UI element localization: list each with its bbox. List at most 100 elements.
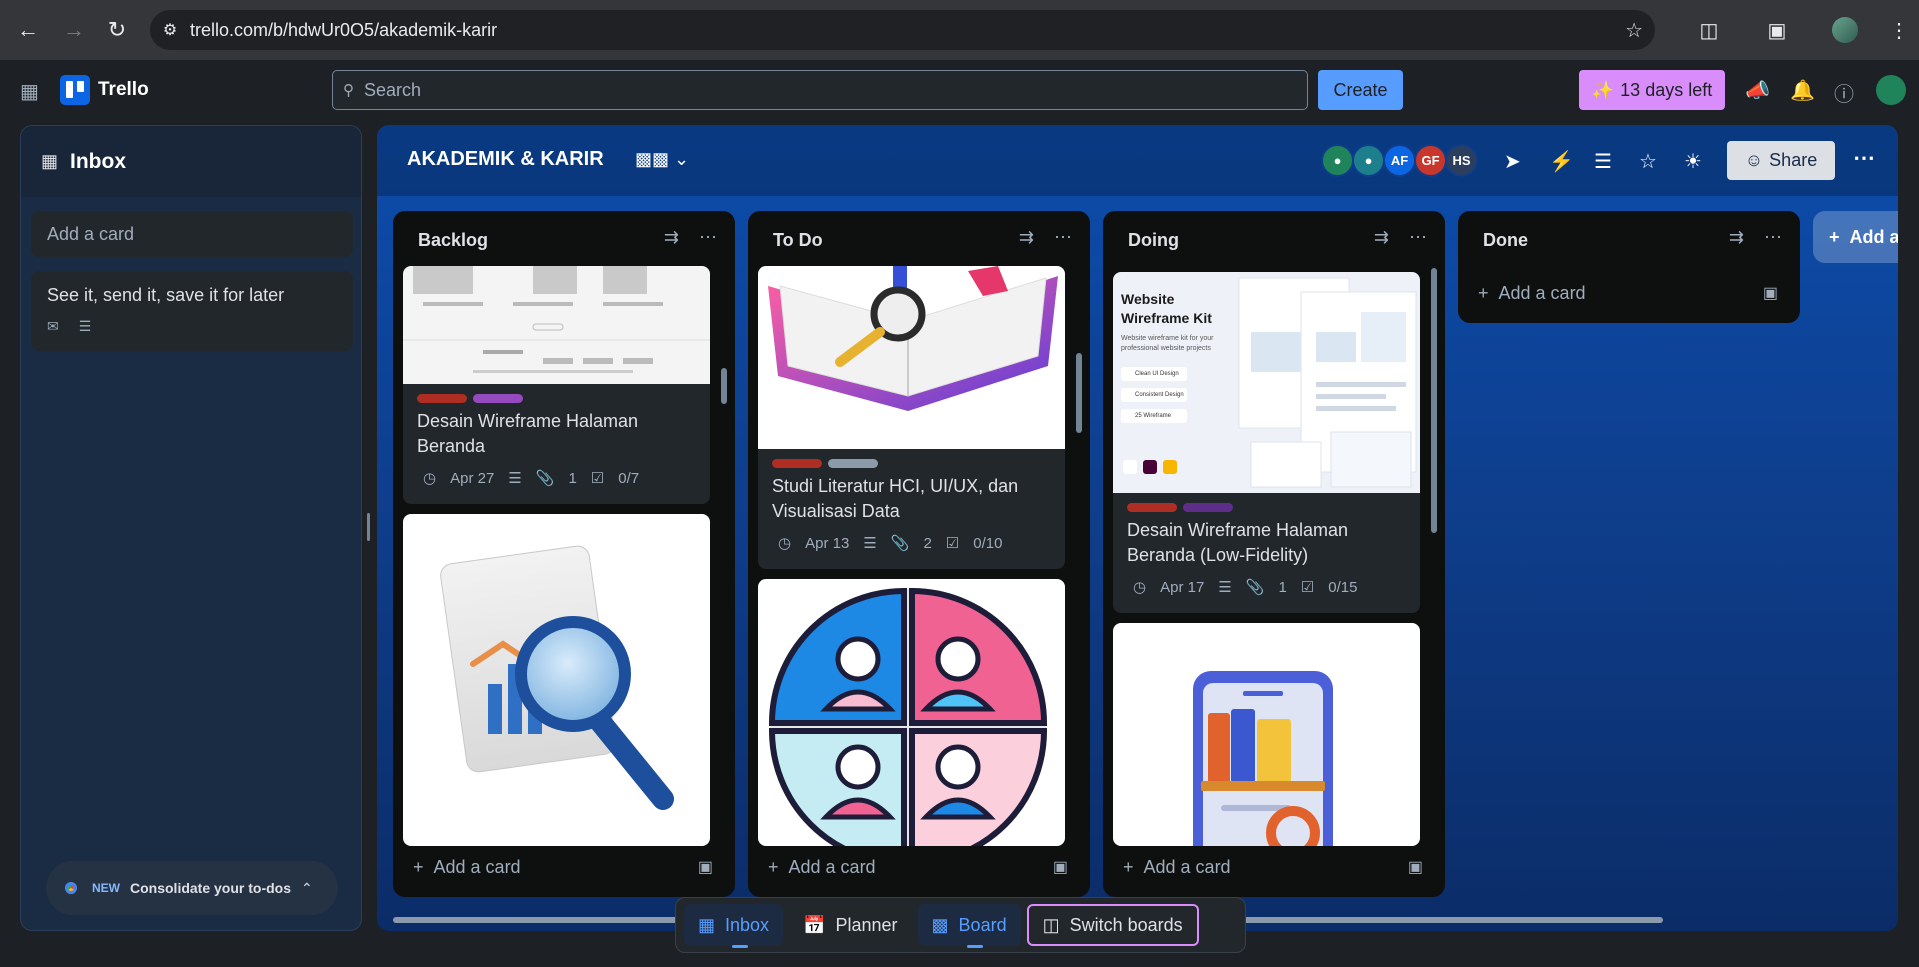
promo-banner[interactable]: NEW Consolidate your to-dos ⌃ [46,861,338,915]
card-label[interactable] [417,394,467,403]
nav-inbox[interactable]: ▦ Inbox [684,904,784,948]
bookmark-star-icon[interactable]: ☆ [1625,18,1643,43]
member-avatar[interactable]: ● [1321,144,1354,177]
add-card-button[interactable]: + Add a card ▣ [758,845,1080,889]
card-label[interactable] [828,459,878,468]
due-date: Apr 17 [1160,578,1205,596]
card-title: Desain Wireframe Halaman Beranda [417,411,639,456]
forward-icon[interactable]: → [54,10,94,50]
extensions-icon[interactable]: ◫ [1675,18,1743,43]
add-card-button[interactable]: + Add a card ▣ [1113,845,1435,889]
add-list-button[interactable]: + Add a [1813,211,1898,263]
board-title[interactable]: AKADEMIK & KARIR [407,148,604,171]
profile-avatar[interactable] [1811,17,1879,43]
card[interactable]: Desain Wireframe Halaman Beranda ◷ Apr 27… [403,266,710,504]
card-label[interactable] [1183,503,1233,512]
add-card-button[interactable]: + Add a card ▣ [1468,271,1790,315]
nav-planner[interactable]: 📅 Planner [789,904,911,946]
trello-logo[interactable]: Trello [60,75,149,105]
browser-toolbar: ← → ↻ ⚙ trello.com/b/hdwUr0O5/akademik-k… [0,0,1919,60]
sketch-icon [1163,460,1177,474]
ebook-illustration [1193,671,1333,846]
address-bar[interactable]: ⚙ trello.com/b/hdwUr0O5/akademik-karir ☆ [150,10,1655,50]
member-avatar[interactable]: HS [1445,144,1478,177]
chrome-menu-icon[interactable]: ⋮ [1879,18,1919,43]
create-button[interactable]: Create [1318,70,1403,110]
more-menu-icon[interactable]: ⋯ [1853,145,1875,171]
card[interactable] [1113,623,1420,846]
collapse-icon[interactable]: ⇉ [1374,227,1389,248]
back-icon[interactable]: ← [8,10,48,50]
card[interactable]: Website Wireframe Kit Website wireframe … [1113,272,1420,613]
card-cover: Website Wireframe Kit Website wireframe … [1113,272,1420,493]
wireframe-thumbnail [403,266,710,373]
search-input[interactable] [364,79,1264,101]
nav-planner-label: Planner [835,914,898,935]
card[interactable] [403,514,710,846]
inbox-add-card-input[interactable]: Add a card [31,211,353,257]
member-avatar[interactable]: ● [1352,144,1385,177]
card[interactable] [758,579,1065,846]
reload-icon[interactable]: ↻ [97,10,137,50]
list-menu-icon[interactable]: ⋯ [699,227,717,248]
trello-header: ▦ Trello ⚲ Create ✨13 days left 📣 🔔 ⓘ [0,60,1919,120]
description-icon: ☰ [508,470,522,487]
clock-icon: ◷ [1133,579,1147,596]
card-template-icon[interactable]: ▣ [1763,283,1778,303]
board-view-switcher[interactable]: ▩▩ ⌄ [635,149,689,170]
list-menu-icon[interactable]: ⋯ [1764,227,1782,248]
filter-icon[interactable]: ☰ [1594,149,1612,174]
power-ups-rocket-icon[interactable]: ➤ [1504,149,1521,174]
automation-bolt-icon[interactable]: ⚡ [1549,149,1574,174]
panel-resize-handle[interactable] [367,513,370,541]
site-info-icon[interactable]: ⚙ [150,20,190,40]
attachment-icon: 📎 [1245,579,1265,596]
card[interactable]: Studi Literatur HCI, UI/UX, dan Visualis… [758,266,1065,569]
list-title[interactable]: Doing [1128,230,1179,251]
promo-badge: NEW [92,881,120,895]
chevron-up-icon[interactable]: ⌃ [301,880,313,897]
due-date: Apr 13 [805,534,850,552]
list-scrollbar[interactable] [1430,268,1438,848]
share-label: Share [1769,150,1818,170]
help-icon[interactable]: ⓘ [1834,78,1854,107]
list-title[interactable]: To Do [773,230,823,251]
screenshot-icon[interactable]: ▣ [1743,18,1811,43]
card-title: Studi Literatur HCI, UI/UX, dan Visualis… [772,476,1019,521]
megaphone-icon[interactable]: 📣 [1745,78,1770,103]
member-avatar[interactable]: GF [1414,144,1447,177]
list-scrollbar[interactable] [1075,268,1083,848]
card-template-icon[interactable]: ▣ [1408,857,1423,877]
share-button[interactable]: ☺ Share [1727,141,1835,180]
inbox-card[interactable]: See it, send it, save it for later ✉ ☰ [31,271,353,351]
collapse-icon[interactable]: ⇉ [1019,227,1034,248]
card-label[interactable] [772,459,822,468]
list-menu-icon[interactable]: ⋯ [1054,227,1072,248]
card-template-icon[interactable]: ▣ [1053,857,1068,877]
board-members: ● ● AF GF HS [1321,144,1478,177]
cover-chip: Consistent Design [1121,388,1187,402]
collapse-icon[interactable]: ⇉ [664,227,679,248]
switch-boards-button[interactable]: ◫ Switch boards [1026,904,1199,946]
app-switcher-icon[interactable]: ▦ [20,79,39,104]
collapse-icon[interactable]: ⇉ [1729,227,1744,248]
member-avatar[interactable]: AF [1383,144,1416,177]
nav-board[interactable]: ▩ Board [917,904,1021,948]
due-date: Apr 27 [450,469,495,487]
email-icon: ✉ [47,318,59,334]
trial-button[interactable]: ✨ 13 days left [1579,70,1725,110]
list-menu-icon[interactable]: ⋯ [1409,227,1427,248]
search-box[interactable]: ⚲ [332,70,1308,110]
board-canvas: AKADEMIK & KARIR ▩▩ ⌄ ● ● AF GF HS ➤ ⚡ ☰… [377,125,1898,931]
card-label[interactable] [1127,503,1177,512]
card-template-icon[interactable]: ▣ [698,857,713,877]
list-title[interactable]: Backlog [418,230,488,251]
visibility-icon[interactable]: ☀ [1684,149,1702,174]
star-icon[interactable]: ☆ [1639,149,1657,174]
card-label[interactable] [473,394,523,403]
list-title[interactable]: Done [1483,230,1528,251]
add-card-button[interactable]: + Add a card ▣ [403,845,725,889]
account-avatar[interactable] [1876,75,1906,105]
list-scrollbar[interactable] [720,268,728,848]
notifications-bell-icon[interactable]: 🔔 [1790,78,1815,103]
